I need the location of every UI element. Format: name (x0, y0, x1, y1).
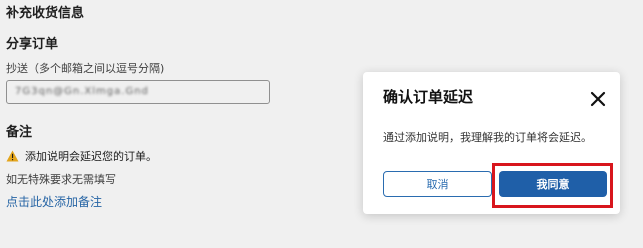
dialog-title: 确认订单延迟 (383, 88, 474, 106)
close-icon[interactable] (589, 90, 607, 108)
agree-button[interactable]: 我同意 (499, 171, 607, 197)
confirm-delay-dialog: 确认订单延迟 通过添加说明，我理解我的订单将会延迟。 取消 我同意 (363, 72, 620, 214)
dialog-message: 通过添加说明，我理解我的订单将会延迟。 (383, 131, 592, 144)
cancel-button[interactable]: 取消 (383, 171, 492, 197)
